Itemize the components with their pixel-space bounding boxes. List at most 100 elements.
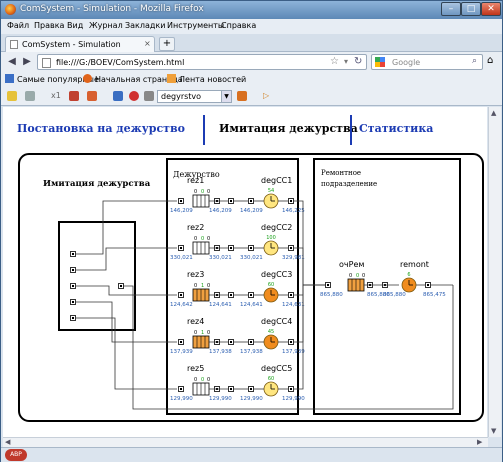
adblock-icon[interactable]: ABP [5,449,27,461]
menu-file[interactable]: Файл [7,21,29,30]
row-5-queue-count-r: 0 [207,377,210,383]
repair-queue-label: очРем [339,260,364,269]
chevron-down-icon[interactable]: ▼ [221,91,231,102]
row-3-queue-count-r: 0 [207,283,210,289]
remont-gauge-value: 6 [407,272,410,278]
repair-value-in: 865,880 [320,292,343,298]
row-2-queue-count-q: 0 [201,236,204,242]
url-bar[interactable]: file:///G:/BOEV/ComSystem.html ☆ ▾ ↻ [37,54,367,70]
record-icon[interactable] [69,91,79,101]
row-3-res-label: rez3 [187,270,204,279]
forward-button[interactable]: ▶ [20,55,34,69]
repair-queue-count-p: 0 [349,273,352,279]
row-4-value-mid2: 137,938 [240,349,263,355]
menu-view[interactable]: Вид [67,21,83,30]
row-2-out-port-dot [290,247,292,249]
row-2-queue-count-r: 0 [207,236,210,242]
row-4-value-in: 137,939 [170,349,193,355]
row-1-out-port-dot [290,200,292,202]
row-5-res-label: rez5 [187,364,204,373]
pause-icon[interactable] [87,91,97,101]
menu-history[interactable]: Журнал [89,21,123,30]
search-box[interactable]: Google ⌕ [371,54,483,70]
row-1-res-label: rez1 [187,176,204,185]
horizontal-scrollbar[interactable]: ◀ ▶ [3,437,488,447]
vertical-scrollbar[interactable]: ▲ ▼ [488,107,501,437]
menu-help[interactable]: Справка [221,21,256,30]
left-port-3-dot [72,285,74,287]
left-port-1-dot [72,253,74,255]
scroll-up-icon[interactable]: ▲ [491,109,496,117]
link-left-to-row-2 [76,247,177,271]
reload-icon[interactable]: ↻ [354,56,362,67]
left-port-4-dot [72,301,74,303]
bookmarks-bar: Самые популярные Начальная страница Лент… [1,72,502,87]
run-icon[interactable] [237,91,247,101]
row-3-mid-port-a-dot [230,294,232,296]
row-3-mid-port-b-dot [250,294,252,296]
back-button[interactable]: ◀ [5,55,19,69]
search-icon[interactable]: ⌕ [472,56,477,66]
title-bar: ComSystem - Simulation - Mozilla Firefox… [1,1,502,19]
row-5-mid-port-b-dot [250,388,252,390]
cursor-icon[interactable] [144,91,154,101]
left-box-title: Имитация дежурства [43,179,151,189]
row-2-value-in: 330,021 [170,255,193,261]
window-title: ComSystem - Simulation - Mozilla Firefox [20,4,204,14]
close-window-button[interactable]: ✕ [481,2,501,16]
minimize-button[interactable]: – [441,2,461,16]
mail-icon[interactable] [113,91,123,101]
row-5-queue-count-p: 0 [194,377,197,383]
row-2-value-mid2: 330,021 [240,255,263,261]
repair-value-out2: 865,880 [383,292,406,298]
row-3-deg-label: degCC3 [261,270,292,279]
bookmark-star-icon[interactable]: ☆ [330,56,339,67]
row-4-mid-port-a-dot [230,341,232,343]
scroll-down-icon[interactable]: ▼ [491,427,496,435]
speed-label[interactable]: x1 [51,91,61,100]
maximize-button[interactable]: □ [461,2,481,16]
row-4-deg-label: degCC4 [261,317,292,326]
stop-icon[interactable] [129,91,139,101]
row-4-queue-count-q: 1 [201,330,204,336]
row-4-queue-count-r: 0 [207,330,210,336]
duty-box [166,158,299,415]
gear-icon[interactable] [25,91,35,101]
row-2-res-label: rez2 [187,223,204,232]
simulation-diagram: Имитация дежурстваДежурство Ремонтноеподр… [18,153,484,422]
row-5-in-port-dot [180,388,182,390]
row-3-in-port-dot [180,294,182,296]
row-3-gauge-value: 60 [268,282,274,288]
url-dropdown-icon[interactable]: ▾ [344,57,348,66]
row-3-queue-count-p: 0 [194,283,197,289]
page-content: Постановка на дежурство Имитация дежурст… [3,107,487,437]
bookmark-news-feed[interactable]: Лента новостей [167,74,246,84]
new-tab-button[interactable]: + [159,37,175,51]
close-tab-icon[interactable]: × [144,39,151,48]
remont-label: remont [400,260,429,269]
menu-tools[interactable]: Инструменты [167,21,224,30]
row-1-value-in: 146,209 [170,208,193,214]
arrow-right-icon[interactable]: ▷ [263,91,269,100]
row-4-mid-port-b-dot [250,341,252,343]
row-3-out-port-dot [290,294,292,296]
row-5-value-out: 129,990 [282,396,305,402]
link-left-to-row-4 [76,301,177,343]
menu-bookmarks[interactable]: Закладки [125,21,165,30]
row-5-mid-port-a-dot [230,388,232,390]
row-1-value-mid2: 146,209 [240,208,263,214]
scroll-left-icon[interactable]: ◀ [5,438,10,446]
repair-queue-count-r: 0 [362,273,365,279]
scroll-right-icon[interactable]: ▶ [477,438,482,446]
tab-comsystem[interactable]: ComSystem - Simulation × [5,36,155,52]
home-icon[interactable]: ⌂ [487,55,493,66]
row-4-res-label: rez4 [187,317,204,326]
row-1-gauge-value: 54 [268,188,274,194]
left-port-2-dot [72,269,74,271]
model-select[interactable]: degyrstvo ▼ [157,90,232,103]
remont-value-out: 865,475 [423,292,446,298]
url-text: file:///G:/BOEV/ComSystem.html [56,58,185,67]
menu-edit[interactable]: Правка [34,21,64,30]
key-icon[interactable] [7,91,17,101]
repair-box-title-2: подразделение [321,180,377,188]
